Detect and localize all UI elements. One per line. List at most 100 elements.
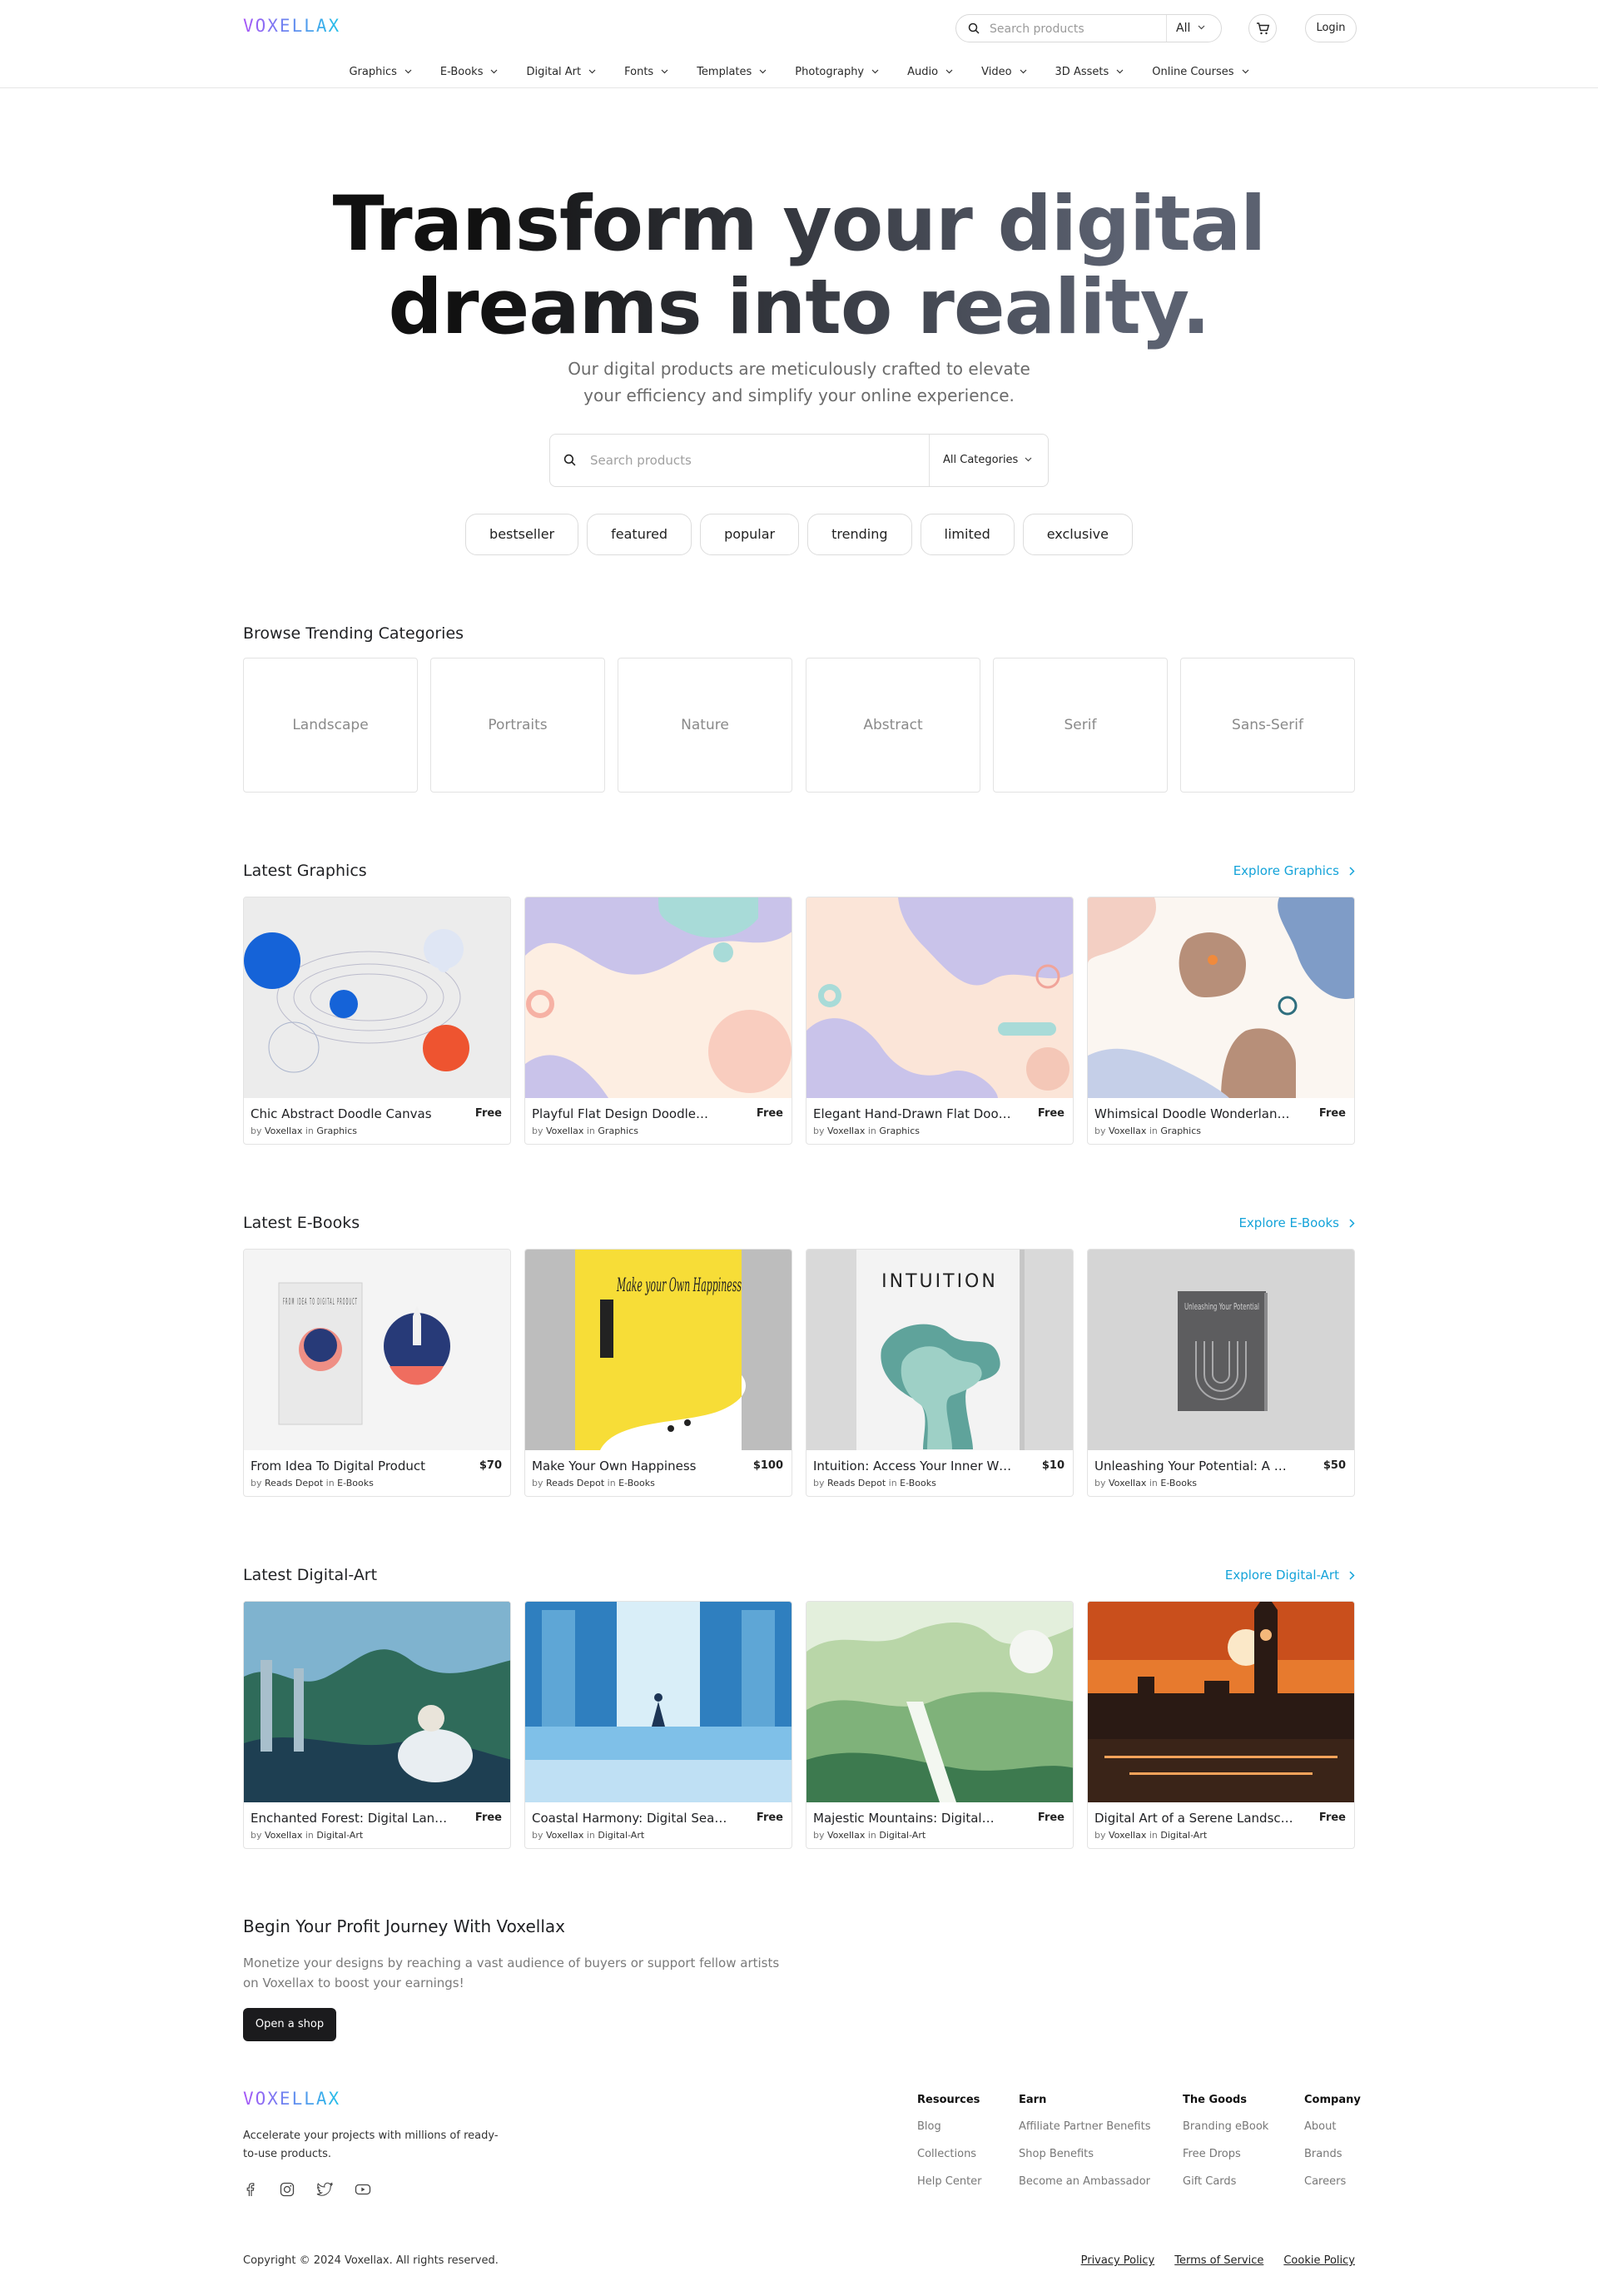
nav-item-digital-art[interactable]: Digital Art <box>526 62 596 82</box>
twitter-icon[interactable] <box>316 2182 333 2197</box>
footer-link[interactable]: Brands <box>1304 2148 1361 2160</box>
product-category[interactable]: Digital-Art <box>1160 1830 1207 1841</box>
footer-logo[interactable]: VOXELLAX <box>243 2089 340 2109</box>
product-author[interactable]: Voxellax <box>546 1830 583 1841</box>
nav-item-video[interactable]: Video <box>981 62 1026 82</box>
product-author[interactable]: Voxellax <box>265 1126 302 1136</box>
product-card[interactable]: Whimsical Doodle Wonderland… Free by Vox… <box>1087 897 1355 1145</box>
footer-column-title: Company <box>1304 2094 1361 2106</box>
product-card[interactable]: Unleashing Your Potential Unleashing You… <box>1087 1249 1355 1497</box>
product-card[interactable]: Majestic Mountains: Digital… Free by Vox… <box>806 1601 1074 1849</box>
product-category[interactable]: Digital-Art <box>879 1830 926 1841</box>
logo[interactable]: VOXELLAX <box>243 16 340 36</box>
search-scope-select[interactable]: All <box>1176 22 1190 35</box>
product-author[interactable]: Voxellax <box>827 1126 865 1136</box>
category-card-abstract[interactable]: Abstract <box>806 658 980 793</box>
tag-list: bestseller featured popular trending lim… <box>0 514 1598 555</box>
product-category[interactable]: E-Books <box>1160 1478 1197 1488</box>
product-price: $10 <box>1041 1459 1065 1472</box>
login-button[interactable]: Login <box>1305 14 1357 42</box>
category-select[interactable]: All Categories <box>943 454 1018 466</box>
product-author[interactable]: Voxellax <box>265 1830 302 1841</box>
tag-exclusive[interactable]: exclusive <box>1022 514 1133 555</box>
product-card[interactable]: Playful Flat Design Doodle… Free by Voxe… <box>524 897 792 1145</box>
tag-popular[interactable]: popular <box>700 514 800 555</box>
product-category[interactable]: Graphics <box>598 1126 638 1136</box>
product-author[interactable]: Reads Depot <box>546 1478 604 1488</box>
header-search[interactable]: Search products All <box>955 14 1222 42</box>
footer-link[interactable]: Affiliate Partner Benefits <box>1019 2120 1150 2133</box>
product-author[interactable]: Voxellax <box>827 1830 865 1841</box>
product-card[interactable]: Enchanted Forest: Digital Landsca… Free … <box>243 1601 511 1849</box>
category-card-portraits[interactable]: Portraits <box>430 658 605 793</box>
product-author[interactable]: Voxellax <box>1109 1478 1146 1488</box>
footer-link[interactable]: About <box>1304 2120 1361 2133</box>
category-card-sans-serif[interactable]: Sans-Serif <box>1180 658 1355 793</box>
cart-button[interactable] <box>1248 14 1277 42</box>
product-category[interactable]: Digital-Art <box>598 1830 644 1841</box>
youtube-icon[interactable] <box>355 2182 371 2197</box>
footer-link[interactable]: Blog <box>917 2120 982 2133</box>
hero-search-input[interactable]: Search products <box>590 453 692 468</box>
header-search-input[interactable]: Search products <box>990 22 1084 36</box>
product-card[interactable]: FROM IDEA TO DIGITAL PRODUCT From Idea T… <box>243 1249 511 1497</box>
nav-item-graphics[interactable]: Graphics <box>349 62 412 82</box>
footer-link[interactable]: Careers <box>1304 2175 1361 2188</box>
nav-item-photography[interactable]: Photography <box>795 62 879 82</box>
product-category[interactable]: E-Books <box>618 1478 655 1488</box>
footer-link[interactable]: Gift Cards <box>1183 2175 1268 2188</box>
product-category[interactable]: Graphics <box>1160 1126 1201 1136</box>
product-card[interactable]: Chic Abstract Doodle Canvas Free by Voxe… <box>243 897 511 1145</box>
product-category[interactable]: E-Books <box>337 1478 374 1488</box>
product-author[interactable]: Voxellax <box>1109 1830 1146 1841</box>
product-name: Whimsical Doodle Wonderland… <box>1094 1106 1296 1121</box>
open-shop-button[interactable]: Open a shop <box>243 2008 336 2041</box>
nav-item-audio[interactable]: Audio <box>907 62 953 82</box>
product-card[interactable]: INTUITION Intuition: Access Your Inner W… <box>806 1249 1074 1497</box>
nav-item-fonts[interactable]: Fonts <box>624 62 668 82</box>
category-card-landscape[interactable]: Landscape <box>243 658 418 793</box>
product-card[interactable]: Make your Own Happiness Make Your Own Ha… <box>524 1249 792 1497</box>
footer-link[interactable]: Branding eBook <box>1183 2120 1268 2133</box>
product-category[interactable]: Digital-Art <box>316 1830 363 1841</box>
footer-link[interactable]: Shop Benefits <box>1019 2148 1150 2160</box>
footer-link[interactable]: Free Drops <box>1183 2148 1268 2160</box>
product-card[interactable]: Digital Art of a Serene Landscape Free b… <box>1087 1601 1355 1849</box>
nav-item-ebooks[interactable]: E-Books <box>440 62 499 82</box>
product-card[interactable]: Elegant Hand-Drawn Flat Doodle… Free by … <box>806 897 1074 1145</box>
product-category[interactable]: Graphics <box>879 1126 920 1136</box>
footer-link[interactable]: Help Center <box>917 2175 982 2188</box>
product-author[interactable]: Voxellax <box>546 1126 583 1136</box>
category-card-nature[interactable]: Nature <box>618 658 792 793</box>
chevron-right-icon <box>1349 1570 1355 1580</box>
chevron-down-icon <box>1020 69 1026 74</box>
product-price: $100 <box>752 1459 783 1472</box>
tag-limited[interactable]: limited <box>920 514 1015 555</box>
category-card-serif[interactable]: Serif <box>993 658 1168 793</box>
tag-trending[interactable]: trending <box>807 514 912 555</box>
footer-link[interactable]: Collections <box>917 2148 982 2160</box>
explore-digital-art-link[interactable]: Explore Digital-Art <box>1225 1568 1355 1583</box>
product-card[interactable]: Coastal Harmony: Digital Seaside… Free b… <box>524 1601 792 1849</box>
product-category[interactable]: Graphics <box>316 1126 357 1136</box>
nav-item-templates[interactable]: Templates <box>697 62 767 82</box>
product-meta: by Reads Depot in E-Books <box>813 1478 936 1488</box>
product-thumbnail <box>525 897 792 1098</box>
footer-link[interactable]: Become an Ambassador <box>1019 2175 1150 2188</box>
explore-graphics-link[interactable]: Explore Graphics <box>1233 863 1355 878</box>
hero-search[interactable]: Search products All Categories <box>549 434 1049 487</box>
tag-bestseller[interactable]: bestseller <box>465 514 579 555</box>
privacy-policy-link[interactable]: Privacy Policy <box>1081 2254 1155 2267</box>
product-author[interactable]: Reads Depot <box>265 1478 323 1488</box>
terms-of-service-link[interactable]: Terms of Service <box>1174 2254 1263 2267</box>
product-category[interactable]: E-Books <box>900 1478 936 1488</box>
instagram-icon[interactable] <box>280 2182 295 2197</box>
tag-featured[interactable]: featured <box>587 514 692 555</box>
product-author[interactable]: Voxellax <box>1109 1126 1146 1136</box>
facebook-icon[interactable] <box>243 2182 258 2197</box>
product-author[interactable]: Reads Depot <box>827 1478 886 1488</box>
nav-item-online-courses[interactable]: Online Courses <box>1152 62 1248 82</box>
cookie-policy-link[interactable]: Cookie Policy <box>1283 2254 1355 2267</box>
explore-ebooks-link[interactable]: Explore E-Books <box>1238 1215 1355 1230</box>
nav-item-3d-assets[interactable]: 3D Assets <box>1055 62 1124 82</box>
